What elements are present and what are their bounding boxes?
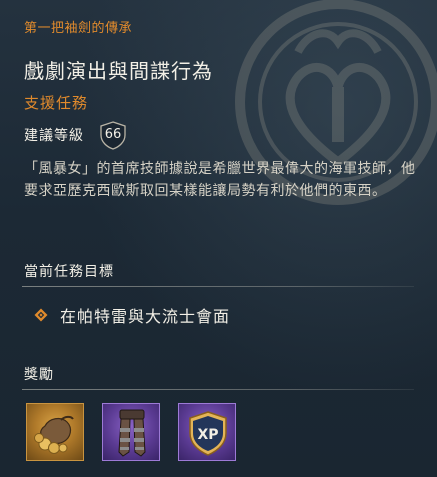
coin-bag-icon — [34, 415, 74, 454]
recommended-level-row: 建議等級 66 — [24, 120, 128, 150]
rewards-list: XP — [26, 403, 254, 461]
reward-item-coins[interactable] — [26, 403, 84, 461]
leg-armor-icon — [118, 409, 146, 457]
reward-item-xp[interactable]: XP — [178, 403, 236, 461]
xp-shield-icon: XP — [189, 411, 227, 456]
quest-details-panel: 第一把袖劍的傳承 戲劇演出與間諜行為 支援任務 建議等級 66 「風暴女」的首席… — [0, 0, 437, 477]
quest-description: 「風暴女」的首席技師據說是希臘世界最偉大的海軍技師，他要求亞歷克西歐斯取回某樣能… — [24, 161, 416, 199]
quest-title: 戲劇演出與間諜行為 — [24, 59, 213, 83]
rewards-divider — [22, 389, 414, 390]
rewards-heading: 獎勵 — [24, 367, 54, 383]
objectives-heading: 當前任務目標 — [24, 264, 114, 280]
objective-text: 在帕特雷與大流士會面 — [60, 307, 231, 326]
objective-diamond-icon — [34, 308, 48, 322]
xp-label: XP — [197, 427, 218, 443]
reward-item-leg-armor[interactable] — [102, 403, 160, 461]
recommended-level-label: 建議等級 — [24, 128, 84, 144]
objective-item[interactable]: 在帕特雷與大流士會面 — [34, 303, 230, 327]
questline-breadcrumb: 第一把袖劍的傳承 — [24, 21, 133, 36]
level-badge: 66 — [98, 120, 128, 150]
quest-type-label: 支援任務 — [24, 94, 89, 112]
recommended-level-value: 66 — [104, 127, 122, 142]
objectives-divider — [22, 286, 414, 287]
